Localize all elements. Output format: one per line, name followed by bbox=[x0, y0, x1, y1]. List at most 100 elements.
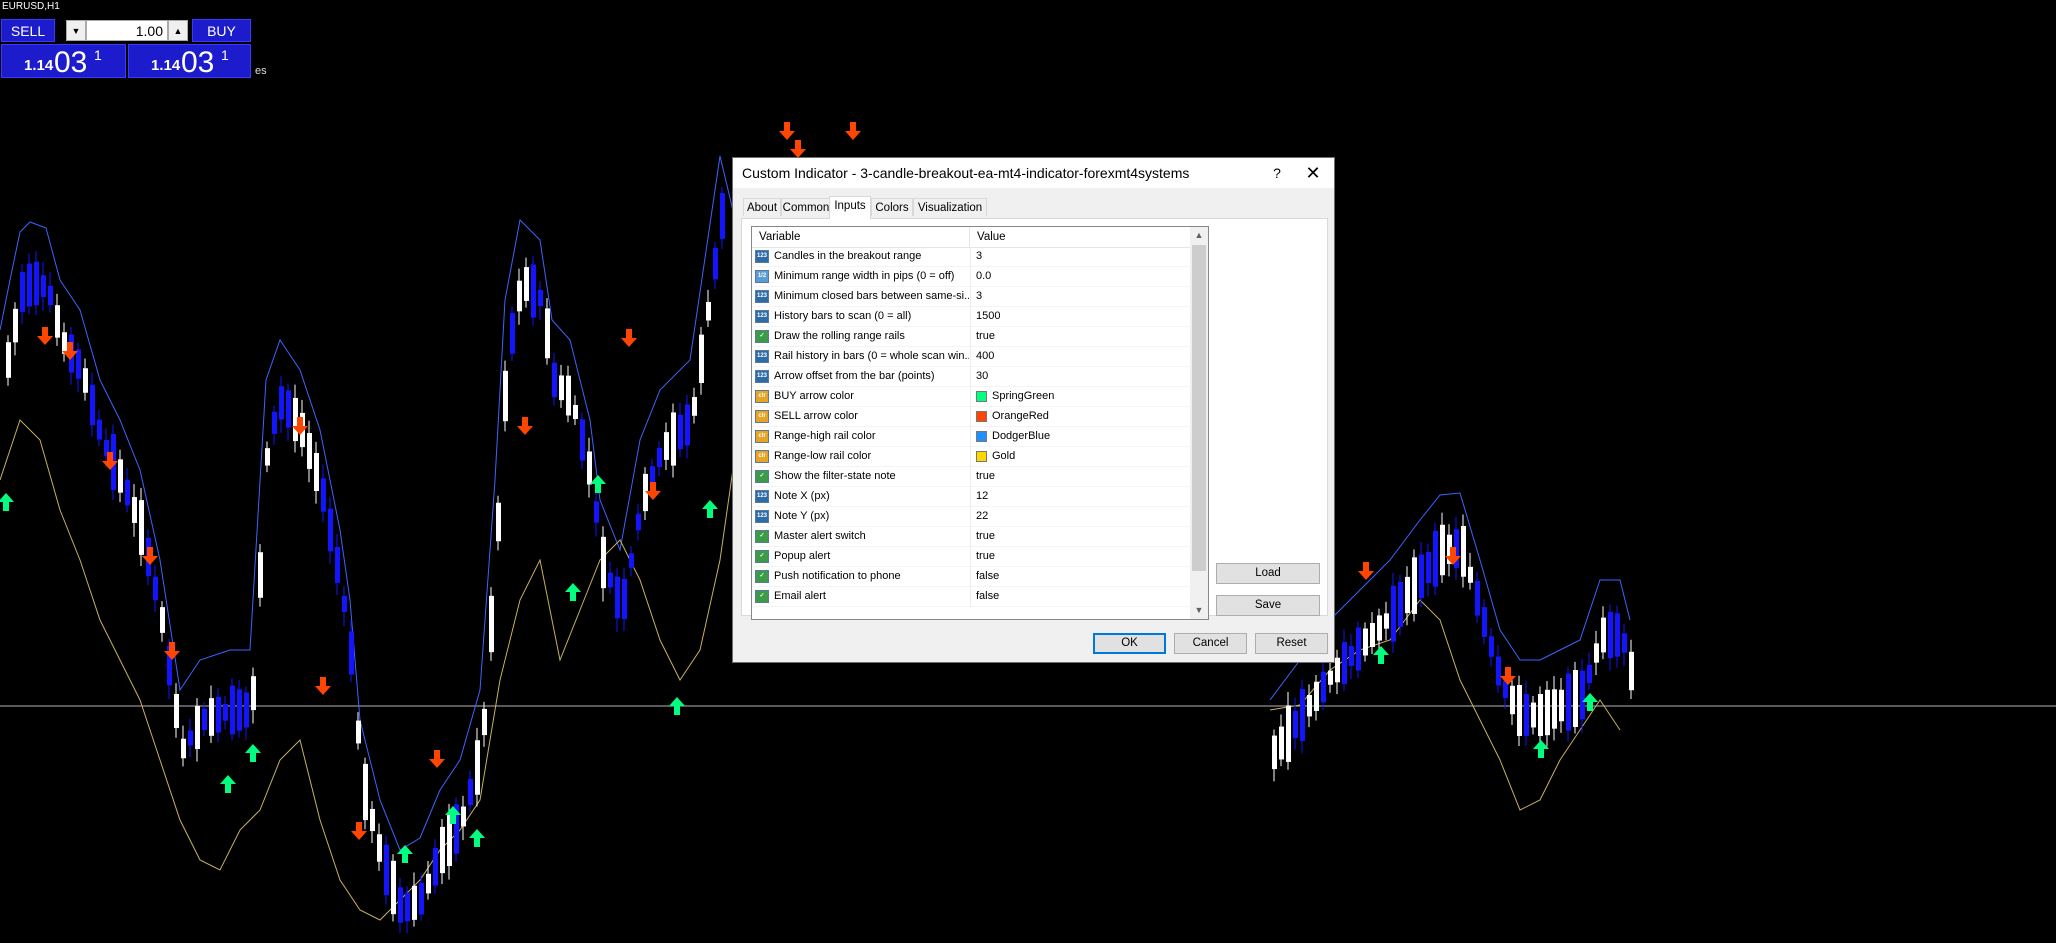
grid-scrollbar[interactable]: ▲ ▼ bbox=[1190, 227, 1208, 619]
input-value[interactable]: Gold bbox=[992, 447, 1015, 466]
one-click-trading-panel: SELL ▼ 1.00 ▲ BUY 1.14 03 1 1.14 03 1 bbox=[1, 19, 251, 80]
input-row[interactable]: 123 Minimum closed bars between same-si..… bbox=[752, 287, 1190, 307]
lot-decrease-icon[interactable]: ▼ bbox=[66, 20, 86, 41]
save-button[interactable]: Save bbox=[1216, 595, 1320, 616]
candle-body bbox=[573, 404, 578, 420]
cancel-button[interactable]: Cancel bbox=[1174, 633, 1247, 654]
scroll-thumb[interactable] bbox=[1192, 245, 1206, 571]
input-row[interactable]: ✓ Popup alert true bbox=[752, 547, 1190, 567]
candle-body bbox=[125, 479, 130, 506]
lot-size-input[interactable]: 1.00 bbox=[86, 20, 168, 41]
candle-body bbox=[1580, 670, 1585, 720]
color-param-icon: clr bbox=[755, 410, 769, 423]
input-value[interactable]: true bbox=[976, 527, 995, 546]
input-value[interactable]: true bbox=[976, 547, 995, 566]
load-button[interactable]: Load bbox=[1216, 563, 1320, 584]
buy-arrow-icon bbox=[1373, 646, 1389, 664]
integer-param-icon: 123 bbox=[755, 250, 769, 263]
candle-body bbox=[1419, 554, 1424, 599]
input-value[interactable]: true bbox=[976, 327, 995, 346]
input-row[interactable]: ✓ Master alert switch true bbox=[752, 527, 1190, 547]
reset-button[interactable]: Reset bbox=[1255, 633, 1328, 654]
candle-body bbox=[1342, 642, 1347, 684]
input-value[interactable]: 12 bbox=[976, 487, 988, 506]
input-variable-name: Show the filter-state note bbox=[774, 470, 896, 482]
tab-common[interactable]: Common bbox=[781, 198, 831, 216]
sell-button[interactable]: SELL bbox=[1, 19, 55, 42]
input-row[interactable]: clr BUY arrow color SpringGreen bbox=[752, 387, 1190, 407]
input-row[interactable]: 123 Arrow offset from the bar (points) 30 bbox=[752, 367, 1190, 387]
input-value[interactable]: DodgerBlue bbox=[992, 427, 1050, 446]
input-row[interactable]: clr Range-high rail color DodgerBlue bbox=[752, 427, 1190, 447]
buy-button[interactable]: BUY bbox=[192, 19, 251, 42]
candle-body bbox=[286, 390, 291, 428]
input-value[interactable]: OrangeRed bbox=[992, 407, 1049, 426]
candle-body bbox=[1517, 685, 1522, 736]
candle-body bbox=[1608, 611, 1613, 659]
input-row[interactable]: ✓ Draw the rolling range rails true bbox=[752, 327, 1190, 347]
boolean-param-icon: ✓ bbox=[755, 570, 769, 583]
input-row[interactable]: ✓ Push notification to phone false bbox=[752, 567, 1190, 587]
candle-body bbox=[1622, 633, 1627, 653]
candle-body bbox=[223, 703, 228, 721]
buy-price[interactable]: 1.14 03 1 bbox=[128, 44, 251, 79]
candle-body bbox=[1335, 657, 1340, 683]
tab-colors[interactable]: Colors bbox=[871, 198, 913, 216]
candle-body bbox=[1510, 685, 1515, 715]
input-value[interactable]: false bbox=[976, 567, 999, 586]
input-row[interactable]: 123 Candles in the breakout range 3 bbox=[752, 247, 1190, 267]
input-row[interactable]: 123 History bars to scan (0 = all) 1500 bbox=[752, 307, 1190, 327]
lot-increase-icon[interactable]: ▲ bbox=[168, 20, 188, 41]
ok-button[interactable]: OK bbox=[1093, 633, 1166, 654]
input-value[interactable]: true bbox=[976, 467, 995, 486]
input-row[interactable]: ✓ Show the filter-state note true bbox=[752, 467, 1190, 487]
input-value[interactable]: 3 bbox=[976, 287, 982, 306]
sell-price[interactable]: 1.14 03 1 bbox=[1, 44, 126, 79]
input-value[interactable]: 1500 bbox=[976, 307, 1000, 326]
column-header-variable[interactable]: Variable bbox=[752, 227, 970, 247]
candle-body bbox=[279, 386, 284, 420]
input-row[interactable]: clr Range-low rail color Gold bbox=[752, 447, 1190, 467]
input-row[interactable]: 123 Note Y (px) 22 bbox=[752, 507, 1190, 527]
scroll-down-icon[interactable]: ▼ bbox=[1190, 602, 1208, 619]
help-icon[interactable]: ? bbox=[1259, 160, 1295, 186]
scroll-up-icon[interactable]: ▲ bbox=[1190, 227, 1208, 244]
input-row[interactable]: clr SELL arrow color OrangeRed bbox=[752, 407, 1190, 427]
dialog-title-bar[interactable]: Custom Indicator - 3-candle-breakout-ea-… bbox=[733, 158, 1334, 188]
column-header-value[interactable]: Value bbox=[970, 227, 1190, 247]
input-value[interactable]: SpringGreen bbox=[992, 387, 1054, 406]
input-row[interactable]: ✓ Email alert false bbox=[752, 587, 1190, 607]
input-row[interactable]: 123 Rail history in bars (0 = whole scan … bbox=[752, 347, 1190, 367]
tab-visualization[interactable]: Visualization bbox=[913, 198, 987, 216]
input-value[interactable]: 22 bbox=[976, 507, 988, 526]
input-value[interactable]: 3 bbox=[976, 247, 982, 266]
candle-body bbox=[216, 696, 221, 733]
column-divider bbox=[970, 427, 971, 447]
candle-body bbox=[1566, 673, 1571, 731]
tab-inputs[interactable]: Inputs bbox=[829, 196, 871, 219]
candle-body bbox=[1538, 693, 1543, 737]
input-value[interactable]: 30 bbox=[976, 367, 988, 386]
input-variable-name: SELL arrow color bbox=[774, 410, 858, 422]
candle-body bbox=[83, 368, 88, 393]
candle-body bbox=[1293, 710, 1298, 738]
tab-about[interactable]: About bbox=[743, 198, 781, 216]
candle-body bbox=[328, 508, 333, 552]
input-value[interactable]: false bbox=[976, 587, 999, 606]
candle-body bbox=[426, 873, 431, 894]
input-value[interactable]: 400 bbox=[976, 347, 994, 366]
input-row[interactable]: 123 Note X (px) 12 bbox=[752, 487, 1190, 507]
candle-body bbox=[342, 595, 347, 613]
input-value[interactable]: 0.0 bbox=[976, 267, 991, 286]
buy-arrow-icon bbox=[702, 500, 718, 518]
close-icon[interactable]: ✕ bbox=[1295, 160, 1331, 186]
buy-price-prefix: 1.14 bbox=[151, 57, 181, 74]
buy-arrow-icon bbox=[669, 697, 685, 715]
boolean-param-icon: ✓ bbox=[755, 530, 769, 543]
candle-body bbox=[1314, 681, 1319, 711]
sell-arrow-icon bbox=[315, 677, 331, 695]
input-variable-name: Popup alert bbox=[774, 550, 831, 562]
color-param-icon: clr bbox=[755, 390, 769, 403]
grid-header: Variable Value bbox=[752, 227, 1190, 248]
input-row[interactable]: 1/2 Minimum range width in pips (0 = off)… bbox=[752, 267, 1190, 287]
